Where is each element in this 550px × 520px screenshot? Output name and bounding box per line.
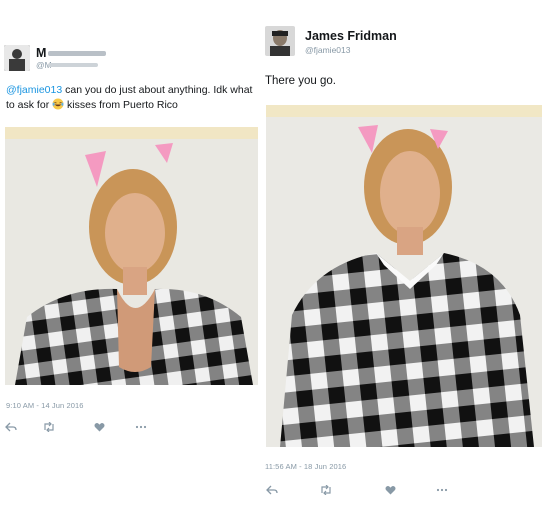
redacted-name-bar <box>48 51 106 56</box>
tweet-timestamp[interactable]: 11:56 AM - 18 Jun 2016 <box>265 462 346 471</box>
mention-link[interactable]: @fjamie013 <box>6 84 62 96</box>
tweet-timestamp[interactable]: 9:10 AM - 14 Jun 2016 <box>6 401 84 410</box>
author-name[interactable]: James Fridman <box>305 29 397 43</box>
retweet-icon[interactable] <box>319 484 333 496</box>
retweet-icon[interactable] <box>42 421 56 433</box>
reply-icon[interactable] <box>4 421 18 433</box>
avatar[interactable] <box>4 45 30 71</box>
left-tweet: M @M @fjamie013 can you do just about an… <box>0 30 262 490</box>
tweet-actions <box>4 421 148 433</box>
more-icon[interactable] <box>134 421 148 433</box>
author-name[interactable]: M <box>36 46 46 60</box>
author-handle[interactable]: @fjamie013 <box>305 45 350 55</box>
avatar[interactable] <box>265 26 295 56</box>
laughing-tears-emoji <box>52 98 64 115</box>
like-icon[interactable] <box>383 484 397 496</box>
redacted-handle-bar <box>48 63 98 67</box>
more-icon[interactable] <box>435 484 449 496</box>
right-tweet: James Fridman @fjamie013 There you go. 1… <box>262 8 550 508</box>
tweet-photo[interactable] <box>266 105 542 447</box>
tweet-actions <box>265 484 449 496</box>
reply-icon[interactable] <box>265 484 279 496</box>
like-icon[interactable] <box>92 421 106 433</box>
tweet-text: @fjamie013 can you do just about anythin… <box>6 83 258 115</box>
tweet-photo[interactable] <box>5 127 258 385</box>
tweet-text-part2: kisses from Puerto Rico <box>64 99 178 111</box>
tweet-text: There you go. <box>265 75 336 87</box>
